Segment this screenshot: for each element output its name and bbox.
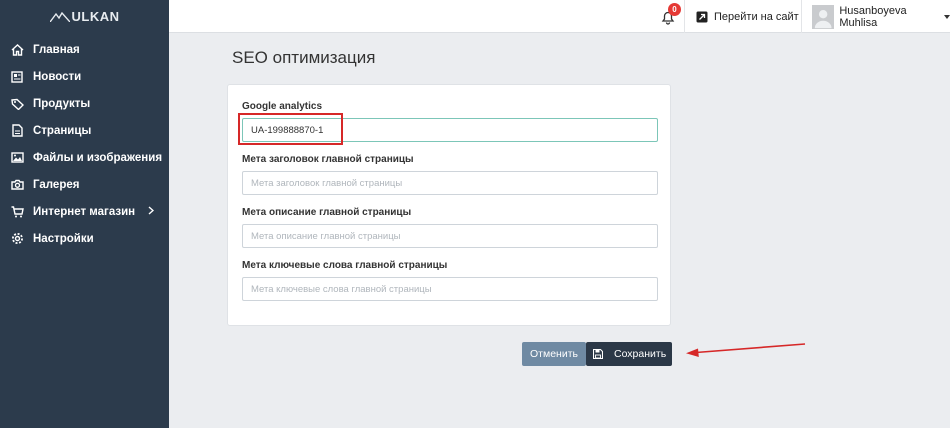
sidebar-item-label: Продукты xyxy=(33,97,91,110)
newspaper-icon xyxy=(10,70,24,84)
page-title: SEO оптимизация xyxy=(232,48,376,67)
meta-description-input[interactable] xyxy=(242,224,658,248)
sidebar-item-shop[interactable]: Интернет магазин xyxy=(0,198,169,225)
divider xyxy=(801,0,802,33)
sidebar-item-settings[interactable]: Настройки xyxy=(0,225,169,252)
sidebar-item-gallery[interactable]: Галерея xyxy=(0,171,169,198)
sidebar-item-label: Настройки xyxy=(33,232,94,245)
logo[interactable]: ULKAN xyxy=(0,0,169,33)
google-analytics-input[interactable] xyxy=(242,118,658,142)
camera-icon xyxy=(10,178,24,192)
save-button[interactable]: Сохранить xyxy=(586,342,672,366)
cancel-button[interactable]: Отменить xyxy=(522,342,586,366)
home-icon xyxy=(10,43,24,57)
avatar xyxy=(812,4,835,29)
logo-text: ULKAN xyxy=(71,9,120,24)
sidebar-item-label: Галерея xyxy=(33,178,80,191)
file-icon xyxy=(10,124,24,138)
floppy-disk-icon xyxy=(593,349,603,359)
google-analytics-label: Google analytics xyxy=(242,101,323,112)
chevron-right-icon xyxy=(148,206,155,218)
meta-keywords-input[interactable] xyxy=(242,277,658,301)
gear-icon xyxy=(10,232,24,246)
user-menu[interactable]: Husanboyeva Muhlisa xyxy=(812,0,950,33)
topbar: 0 Перейти на сайт Husanboyeva Muhlisa xyxy=(169,0,950,33)
meta-description-label: Мета описание главной страницы xyxy=(242,207,412,218)
sidebar-item-label: Файлы и изображения xyxy=(33,151,163,164)
sidebar-item-label: Главная xyxy=(33,43,80,56)
notification-badge: 0 xyxy=(668,3,681,16)
user-name: Husanboyeva Muhlisa xyxy=(839,4,907,29)
meta-title-label: Мета заголовок главной страницы xyxy=(242,154,414,165)
seo-form-card: Google analytics Мета заголовок главной … xyxy=(227,84,671,326)
meta-keywords-label: Мета ключевые слова главной страницы xyxy=(242,260,448,271)
sidebar-item-label: Интернет магазин xyxy=(33,205,136,218)
sidebar-item-pages[interactable]: Страницы xyxy=(0,117,169,144)
sidebar-item-home[interactable]: Главная xyxy=(0,36,169,63)
save-label: Сохранить xyxy=(614,348,667,360)
annotation-arrow-icon xyxy=(686,343,806,357)
sidebar-item-files[interactable]: Файлы и изображения xyxy=(0,144,169,171)
sidebar-item-label: Страницы xyxy=(33,124,92,137)
caret-down-icon xyxy=(944,14,950,19)
divider xyxy=(684,0,685,33)
image-icon xyxy=(10,151,24,165)
mountain-logo-icon xyxy=(49,11,70,22)
tags-icon xyxy=(10,97,24,111)
sidebar-item-label: Новости xyxy=(33,70,82,83)
external-link-icon xyxy=(696,11,708,22)
goto-site-label: Перейти на сайт xyxy=(714,10,799,23)
goto-site-link[interactable]: Перейти на сайт xyxy=(696,0,799,33)
cart-icon xyxy=(10,205,24,219)
sidebar: ULKAN Главная Новости Продукты Страницы … xyxy=(0,0,169,428)
sidebar-item-news[interactable]: Новости xyxy=(0,63,169,90)
sidebar-item-products[interactable]: Продукты xyxy=(0,90,169,117)
meta-title-input[interactable] xyxy=(242,171,658,195)
